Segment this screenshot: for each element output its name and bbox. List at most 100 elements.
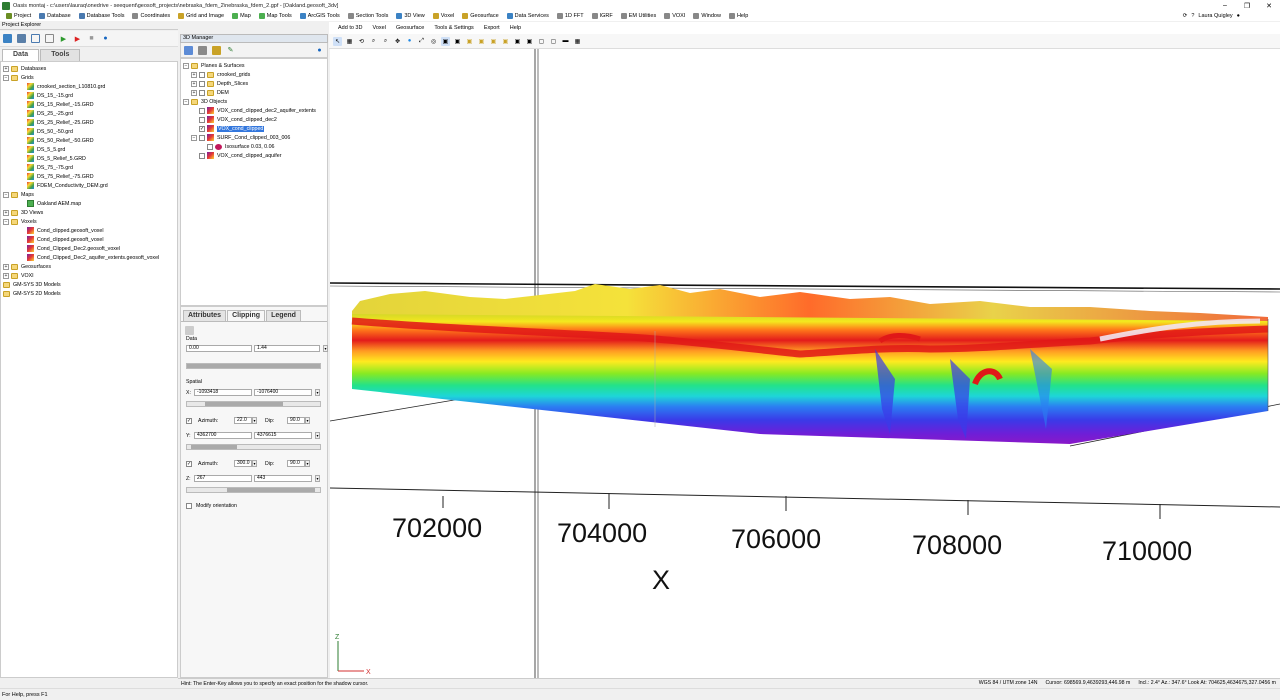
pan-icon[interactable]: ✥ [393, 37, 402, 46]
record-icon[interactable]: ▶ [73, 34, 82, 43]
x-dip-input[interactable]: 90.0 [287, 417, 305, 424]
y-azimuth-checkbox[interactable]: ✓ [186, 460, 192, 467]
tab-attributes[interactable]: Attributes [183, 310, 227, 321]
record-view-icon[interactable]: ▣ [453, 37, 462, 46]
box-front-icon[interactable]: ▣ [465, 37, 474, 46]
tree-node[interactable]: DS_15_-15.grd [1, 91, 177, 100]
project-icon[interactable] [3, 34, 12, 43]
expand-icon[interactable]: + [3, 209, 9, 216]
tree-node[interactable]: Cond_Clipped_Dec2.geosoft_voxel [1, 244, 177, 253]
viewport-menu-geosurface[interactable]: Geosurface [391, 25, 429, 31]
menu-map-tools[interactable]: Map Tools [255, 13, 296, 19]
x-azimuth-input[interactable]: 22.0 [234, 417, 252, 424]
menu-arcgis-tools[interactable]: ArcGIS Tools [296, 13, 344, 19]
tree-node[interactable]: DS_5_Relief_5.GRD [1, 154, 177, 163]
open-icon[interactable] [45, 34, 54, 43]
expand-icon[interactable]: + [191, 89, 197, 96]
tree-node[interactable]: VOX_cond_clipped_aquifer [181, 151, 327, 160]
tree-node[interactable]: + DEM [181, 88, 327, 97]
expand-icon[interactable]: + [3, 65, 9, 72]
y-min-input[interactable]: 4362700 [194, 432, 252, 439]
help-circle-icon[interactable]: ● [315, 46, 324, 55]
box-outline-icon[interactable]: ▢ [537, 37, 546, 46]
view-icon[interactable] [184, 45, 193, 55]
x-range-slider[interactable] [186, 401, 321, 407]
expand-icon[interactable]: + [3, 272, 9, 279]
modify-orientation-checkbox[interactable] [186, 503, 192, 509]
tree-node[interactable]: + Databases [1, 64, 177, 73]
reset-icon[interactable] [185, 326, 194, 335]
collapse-icon[interactable]: − [3, 218, 9, 225]
tree-node[interactable]: − Voxels [1, 217, 177, 226]
grid-icon[interactable]: ▦ [345, 37, 354, 46]
fit-icon[interactable]: ⤢ [417, 37, 426, 46]
tree-node[interactable]: DS_25_Relief_-25.GRD [1, 118, 177, 127]
tree-node[interactable]: DS_5_5.grd [1, 145, 177, 154]
menu-1d-fft[interactable]: 1D FFT [553, 13, 588, 19]
x-min-input[interactable]: -1093418 [194, 389, 252, 396]
tree-node[interactable]: + Geosurfaces [1, 262, 177, 271]
z-spin[interactable]: ▾ [315, 475, 320, 482]
viewport-menu-voxel[interactable]: Voxel [367, 25, 390, 31]
visibility-checkbox[interactable] [199, 107, 205, 114]
menu-help[interactable]: Help [725, 13, 752, 19]
tree-node[interactable]: + VOXI [1, 271, 177, 280]
tree-node[interactable]: GM-SYS 3D Models [1, 280, 177, 289]
zoom-box-icon[interactable]: ⌕ [381, 37, 390, 46]
collapse-icon[interactable]: − [191, 134, 197, 141]
rotate-icon[interactable]: ⟲ [357, 37, 366, 46]
z-min-input[interactable]: 267 [194, 475, 252, 482]
tree-node[interactable]: GM-SYS 2D Models [1, 289, 177, 298]
y-spin[interactable]: ▾ [315, 432, 320, 439]
minimize-button[interactable]: – [1214, 0, 1236, 11]
collapse-icon[interactable]: − [3, 74, 9, 81]
tree-node[interactable]: Isosurface 0.03, 0.06 [181, 142, 327, 151]
menu-window[interactable]: Window [689, 13, 725, 19]
y-dip-input[interactable]: 90.0 [287, 460, 305, 467]
tree-node[interactable]: Cond_clipped.geosoft_voxel [1, 226, 177, 235]
y-max-input[interactable]: 4376615 [254, 432, 312, 439]
tree-node[interactable]: +3D Views [1, 208, 177, 217]
window-icon[interactable] [31, 34, 40, 43]
box-iso-icon[interactable]: ▣ [501, 37, 510, 46]
viewport-menu-tools-settings[interactable]: Tools & Settings [429, 25, 478, 31]
stop-icon[interactable]: ■ [87, 34, 96, 43]
tree-node[interactable]: − SURF_Cond_clipped_003_006 [181, 133, 327, 142]
collapse-icon[interactable]: − [183, 62, 189, 69]
menu-section-tools[interactable]: Section Tools [344, 13, 393, 19]
help-icon[interactable]: ? [1191, 13, 1194, 19]
z-max-input[interactable]: 443 [254, 475, 312, 482]
visibility-checkbox[interactable] [199, 152, 205, 159]
viewport-menu-add-to-3d[interactable]: Add to 3D [333, 25, 367, 31]
tree-node[interactable]: + Depth_Slices [181, 79, 327, 88]
data-max-input[interactable]: 1.44 [254, 345, 320, 352]
menu-geosurface[interactable]: Geosurface [458, 13, 502, 19]
visibility-checkbox[interactable] [199, 89, 205, 96]
menu-database-tools[interactable]: Database Tools [75, 13, 129, 19]
visibility-checkbox[interactable] [199, 71, 205, 78]
visibility-checkbox[interactable]: ✓ [199, 125, 205, 132]
tree-node[interactable]: DS_50_-50.grd [1, 127, 177, 136]
menu-map[interactable]: Map [228, 13, 255, 19]
tree-node[interactable]: − Grids [1, 73, 177, 82]
menu-data-services[interactable]: Data Services [503, 13, 553, 19]
viewport-menu-export[interactable]: Export [479, 25, 505, 31]
y-range-slider[interactable] [186, 444, 321, 450]
z-range-slider[interactable] [186, 487, 321, 493]
menu-project[interactable]: Project [2, 13, 35, 19]
expand-icon[interactable]: + [3, 263, 9, 270]
help-circle-icon[interactable]: ● [101, 34, 110, 43]
tab-tools[interactable]: Tools [40, 49, 81, 61]
menu-3d-view[interactable]: 3D View [392, 13, 428, 19]
menu-voxi[interactable]: VOXI [660, 13, 689, 19]
tree-node[interactable]: FDEM_Conductivity_DEM.grd [1, 181, 177, 190]
save-icon[interactable] [17, 34, 26, 43]
center-icon[interactable]: ◎ [429, 37, 438, 46]
user-avatar-icon[interactable]: ● [1237, 13, 1240, 19]
tree-node[interactable]: Oakland AEM.map [1, 199, 177, 208]
viewport-menu-help[interactable]: Help [505, 25, 526, 31]
visibility-checkbox[interactable] [199, 116, 205, 123]
tab-legend[interactable]: Legend [266, 310, 301, 321]
menu-database[interactable]: Database [35, 13, 75, 19]
expand-icon[interactable]: + [191, 80, 197, 87]
